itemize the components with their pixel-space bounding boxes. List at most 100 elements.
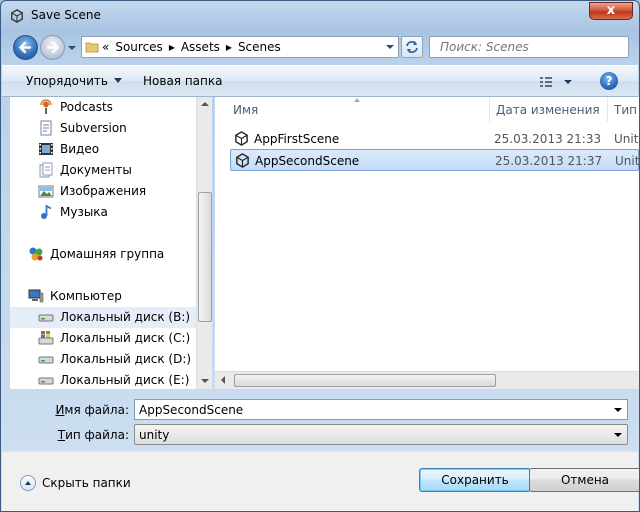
file-type: Unity xyxy=(615,154,640,168)
scroll-thumb[interactable] xyxy=(198,192,212,322)
folder-icon xyxy=(85,42,99,53)
sidebar-item-homegroup[interactable]: Домашняя группа xyxy=(10,244,196,265)
sidebar-item-drive-d[interactable]: Локальный диск (D:) xyxy=(10,349,196,370)
scroll-left-icon[interactable] xyxy=(221,376,225,384)
filetype-select[interactable]: unity xyxy=(134,424,628,445)
sidebar-item-label: Локальный диск (E:) xyxy=(60,373,190,387)
drive-icon xyxy=(38,377,54,385)
sidebar-item-drive-b[interactable]: Локальный диск (B:) xyxy=(10,307,196,328)
sidebar-item-label: Домашняя группа xyxy=(50,247,165,261)
cancel-button[interactable]: Отмена xyxy=(529,468,639,492)
window-title: Save Scene xyxy=(31,8,101,22)
view-details-icon xyxy=(540,77,572,87)
refresh-button[interactable] xyxy=(401,36,423,58)
homegroup-icon xyxy=(29,247,43,261)
help-button[interactable]: ? xyxy=(600,72,618,90)
unity-icon xyxy=(11,9,23,23)
drive-icon xyxy=(38,314,54,322)
navigation-bar: « Sources ▸ Assets ▸ Scenes Поиск: Scenes xyxy=(1,31,639,65)
breadcrumb: « Sources ▸ Assets ▸ Scenes xyxy=(102,40,287,54)
sidebar-item-label: Компьютер xyxy=(50,289,122,303)
arrow-right-icon xyxy=(46,41,60,54)
unity-icon xyxy=(236,153,249,168)
change-view-button[interactable] xyxy=(537,73,577,91)
computer-icon xyxy=(28,289,44,303)
file-name: AppFirstScene xyxy=(254,132,340,146)
address-bar[interactable]: « Sources ▸ Assets ▸ Scenes xyxy=(81,36,399,58)
file-list: Имя Дата изменения Тип AppFirstScene 25.… xyxy=(215,97,639,389)
sidebar-item-label: Видео xyxy=(60,142,100,156)
sidebar-item-drive-e[interactable]: Локальный диск (E:) xyxy=(10,370,196,391)
chevron-up-icon xyxy=(20,475,36,491)
sidebar-item-drive-c[interactable]: Локальный диск (C:) xyxy=(10,328,196,349)
video-icon xyxy=(39,143,53,155)
filename-input[interactable]: AppSecondScene xyxy=(134,399,628,420)
back-button[interactable] xyxy=(13,35,38,60)
sidebar-item-music[interactable]: Музыка xyxy=(10,202,196,223)
filetype-label: Тип файла: xyxy=(57,428,129,442)
save-button[interactable]: Сохранить xyxy=(419,468,531,492)
file-date: 25.03.2013 21:37 xyxy=(495,154,603,168)
breadcrumb-item-scenes[interactable]: Scenes xyxy=(238,40,281,54)
refresh-icon xyxy=(406,41,418,53)
sidebar-item-video[interactable]: Видео xyxy=(10,139,196,160)
sidebar-item-label: Subversion xyxy=(60,121,127,135)
scroll-up-icon[interactable] xyxy=(201,102,209,106)
documents-icon xyxy=(39,162,53,178)
drive-icon xyxy=(38,356,54,364)
file-row[interactable]: AppFirstScene 25.03.2013 21:33 Unity xyxy=(230,128,639,150)
sidebar-item-label: Локальный диск (B:) xyxy=(60,310,191,324)
close-button[interactable]: x xyxy=(589,2,633,20)
search-input[interactable]: Поиск: Scenes xyxy=(429,36,629,58)
sidebar-item-images[interactable]: Изображения xyxy=(10,181,196,202)
sidebar-item-label: Локальный диск (D:) xyxy=(60,352,192,366)
filename-value: AppSecondScene xyxy=(139,403,244,417)
sidebar-item-podcasts[interactable]: Podcasts xyxy=(10,97,196,118)
filetype-value: unity xyxy=(139,428,170,442)
column-header-type[interactable]: Тип xyxy=(608,97,639,122)
breadcrumb-overflow[interactable]: « xyxy=(102,40,109,54)
breadcrumb-separator: ▸ xyxy=(168,40,175,54)
sidebar-item-computer[interactable]: Компьютер xyxy=(10,286,196,307)
breadcrumb-item-assets[interactable]: Assets xyxy=(181,40,220,54)
podcast-icon xyxy=(40,99,52,114)
navigation-pane: Podcasts Subversion Видео Документы Изоб… xyxy=(10,97,212,389)
dialog-footer: Скрыть папки Сохранить Отмена xyxy=(2,451,639,511)
hide-folders-label: Скрыть папки xyxy=(42,476,131,490)
sidebar-item-label: Музыка xyxy=(60,205,108,219)
address-dropdown-icon[interactable] xyxy=(385,43,395,51)
file-type: Unity xyxy=(614,132,639,146)
scroll-thumb[interactable] xyxy=(234,374,496,387)
breadcrumb-item-sources[interactable]: Sources xyxy=(115,40,162,54)
sidebar-item-label: Podcasts xyxy=(60,100,113,114)
document-icon xyxy=(40,120,52,136)
scroll-down-icon[interactable] xyxy=(201,379,209,383)
new-folder-button[interactable]: Новая папка xyxy=(143,74,222,88)
filename-label: Имя файла: xyxy=(55,403,129,417)
command-toolbar: Упорядочить Новая папка ? xyxy=(2,65,638,97)
chevron-down-icon xyxy=(113,78,122,83)
sidebar-item-label: Локальный диск (C:) xyxy=(60,331,191,345)
title-bar[interactable]: Save Scene x xyxy=(1,1,639,31)
file-list-scrollbar[interactable] xyxy=(215,371,639,389)
sidebar-item-label: Изображения xyxy=(60,184,147,198)
column-header-date[interactable]: Дата изменения xyxy=(490,97,608,122)
music-icon xyxy=(41,204,52,219)
chevron-down-icon[interactable] xyxy=(614,408,622,412)
file-row-selected[interactable]: AppSecondScene 25.03.2013 21:37 Unity xyxy=(230,149,639,171)
navigation-pane-scrollbar[interactable] xyxy=(196,97,212,389)
sidebar-item-label: Документы xyxy=(60,163,132,177)
file-date: 25.03.2013 21:33 xyxy=(494,132,602,146)
unity-icon xyxy=(235,131,248,146)
history-dropdown-icon[interactable] xyxy=(67,44,77,52)
file-name: AppSecondScene xyxy=(255,154,360,168)
forward-button[interactable] xyxy=(40,35,65,60)
sidebar-item-subversion[interactable]: Subversion xyxy=(10,118,196,139)
organize-menu[interactable]: Упорядочить xyxy=(26,74,122,88)
arrow-left-icon xyxy=(18,41,32,54)
save-dialog: Save Scene x « Sources ▸ Assets ▸ Scenes xyxy=(0,0,640,512)
windows-drive-icon xyxy=(38,331,54,345)
sidebar-item-documents[interactable]: Документы xyxy=(10,160,196,181)
images-icon xyxy=(38,185,54,198)
sort-ascending-icon xyxy=(354,98,360,102)
